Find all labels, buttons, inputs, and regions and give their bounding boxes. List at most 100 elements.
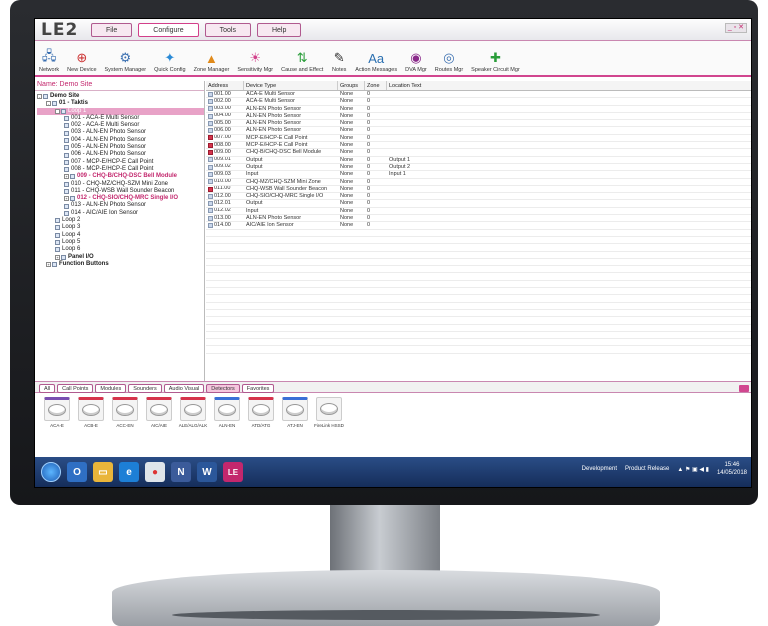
tree-item[interactable]: + Panel I/O	[37, 254, 204, 261]
palette-tab[interactable]: Audio Visual	[163, 384, 205, 393]
palette-tab[interactable]: Call Points	[57, 384, 94, 393]
palette-device[interactable]: ACA-E	[43, 397, 71, 428]
tree-item[interactable]: - Demo Site	[37, 93, 204, 100]
tree-item[interactable]: + Function Buttons	[37, 261, 204, 268]
col-device-type[interactable]: Device Type	[244, 81, 338, 90]
table-row[interactable]: 012.02 Input None 0	[206, 208, 751, 216]
window-controls[interactable]: _ ▫ ✕	[725, 23, 747, 33]
table-row[interactable]: 012.01 Output None 0	[206, 200, 751, 208]
toolbar-new-device-button[interactable]: ⊕ New Device	[67, 49, 96, 73]
clock[interactable]: 15:46 14/05/2018	[717, 461, 747, 477]
expand-toggle-icon[interactable]: +	[64, 196, 69, 202]
tree-item[interactable]: +012 - CHQ-SIO/CHQ-MRC Single I/O	[37, 195, 204, 202]
table-row[interactable]: 011.00 CHQ-WSB Wall Sounder Beacon None 0	[206, 186, 751, 194]
palette-device[interactable]: ATD/ATG	[247, 397, 275, 428]
toolbar-network-button[interactable]: 🖧 Network	[39, 48, 59, 73]
toolbar-speaker-circuit-mgr-button[interactable]: ✚ Speaker Circuit Mgr	[471, 49, 520, 73]
toolbar-zone-manager-button[interactable]: ▲ Zone Manager	[194, 49, 230, 74]
tray-development[interactable]: Development	[582, 466, 617, 472]
palette-tab[interactable]: Modules	[95, 384, 127, 393]
tree-item[interactable]: +009 - CHQ-B/CHQ-DSC Bell Module	[37, 173, 204, 180]
col-groups[interactable]: Groups	[338, 81, 365, 90]
tree-item[interactable]: 006 - ALN-EN Photo Sensor	[37, 151, 204, 158]
app-taskbar-icon[interactable]: N	[171, 462, 191, 482]
toolbar-system-manager-button[interactable]: ⚙ System Manager	[105, 49, 147, 73]
toolbar-cause-and-effect-button[interactable]: ⇅ Cause and Effect	[281, 49, 323, 73]
table-row[interactable]: 009.02 Output None 0 Output 2	[206, 164, 751, 172]
table-row[interactable]: 003.00 ALN-EN Photo Sensor None 0	[206, 106, 751, 113]
tree-item[interactable]: 004 - ALN-EN Photo Sensor	[37, 137, 204, 144]
palette-close-button[interactable]	[739, 385, 749, 392]
table-row[interactable]: 013.00 ALN-EN Photo Sensor None 0	[206, 215, 751, 223]
table-row[interactable]: 007.00 MCP-E/HCP-E Call Point None 0	[206, 135, 751, 143]
palette-tab[interactable]: All	[39, 384, 56, 393]
explorer-taskbar-icon[interactable]: ▭	[93, 462, 113, 482]
tree-item[interactable]: - 01 - Taktis	[37, 100, 204, 107]
table-row[interactable]: 009.01 Output None 0 Output 1	[206, 157, 751, 164]
tree-item[interactable]: - Loop 1	[37, 107, 204, 115]
toolbar-quick-config-button[interactable]: ✦ Quick Config	[154, 49, 186, 73]
palette-device[interactable]: ACC-EN	[111, 397, 139, 428]
table-row[interactable]: 005.00 ALN-EN Photo Sensor None 0	[206, 120, 751, 128]
palette-tab[interactable]: Favorites	[241, 384, 275, 393]
expand-toggle-icon[interactable]: +	[64, 174, 69, 180]
tree-item[interactable]: 014 - AIC/AIE Ion Sensor	[37, 210, 204, 217]
col-location-text[interactable]: Location Text	[387, 81, 751, 90]
table-row[interactable]: 014.00 AIC/AIE Ion Sensor None 0	[206, 222, 751, 230]
tree-item[interactable]: Loop 5	[37, 239, 204, 246]
expand-toggle-icon[interactable]: -	[46, 101, 51, 107]
tree-item[interactable]: Loop 3	[37, 224, 204, 231]
table-row[interactable]: 012.00 CHQ-SIO/CHQ-MRC Single I/O None 0	[206, 193, 751, 201]
le2-taskbar-icon[interactable]: LE	[223, 462, 243, 482]
tree-item[interactable]: Loop 2	[37, 217, 204, 224]
col-address[interactable]: Address	[206, 81, 244, 90]
palette-tab[interactable]: Detectors	[206, 384, 240, 393]
menu-configure[interactable]: Configure	[138, 23, 199, 37]
expand-toggle-icon[interactable]: -	[55, 108, 60, 114]
outlook-taskbar-icon[interactable]: O	[67, 462, 87, 482]
table-row[interactable]: 004.00 ALN-EN Photo Sensor None 0	[206, 113, 751, 121]
col-zone[interactable]: Zone	[365, 81, 387, 90]
tree-item[interactable]: 013 - ALN-EN Photo Sensor	[37, 202, 204, 209]
palette-tab[interactable]: Sounders	[128, 384, 162, 393]
tree-item[interactable]: 010 - CHQ-MZ/CHQ-SZM Mini Zone	[37, 181, 204, 188]
palette-device[interactable]: ACB-E	[77, 397, 105, 428]
palette-device[interactable]: ALE/ALG/ALK	[179, 397, 207, 428]
toolbar-sensitivity-mgr-button[interactable]: ☀ Sensitivity Mgr	[237, 49, 273, 73]
table-row[interactable]: 006.00 ALN-EN Photo Sensor None 0	[206, 127, 751, 135]
palette-device[interactable]: ATJ-EN	[281, 397, 309, 428]
word-taskbar-icon[interactable]: W	[197, 462, 217, 482]
toolbar-notes-button[interactable]: ✎ Notes	[331, 49, 347, 73]
expand-toggle-icon[interactable]: -	[37, 94, 42, 100]
tree-item[interactable]: 008 - MCP-E/HCP-E Call Point	[37, 166, 204, 173]
menu-tools[interactable]: Tools	[204, 23, 251, 37]
start-button[interactable]	[41, 462, 61, 482]
chrome-taskbar-icon[interactable]: ●	[145, 462, 165, 482]
tray-product-release[interactable]: Product Release	[625, 466, 669, 472]
tree-item[interactable]: 005 - ALN-EN Photo Sensor	[37, 144, 204, 151]
table-row[interactable]: 008.00 MCP-E/HCP-E Call Point None 0	[206, 142, 751, 150]
palette-device[interactable]: FireLink HSSD	[314, 397, 344, 428]
toolbar-routes-mgr-button[interactable]: ◎ Routes Mgr	[435, 49, 463, 73]
toolbar-action-messages-button[interactable]: Aa Action Messages	[355, 49, 397, 74]
menu-help[interactable]: Help	[256, 23, 302, 37]
tree-item[interactable]: 003 - ALN-EN Photo Sensor	[37, 129, 204, 136]
expand-toggle-icon[interactable]: +	[55, 254, 60, 260]
tree-item[interactable]: 007 - MCP-E/HCP-E Call Point	[37, 159, 204, 166]
toolbar-dva-mgr-button[interactable]: ◉ DVA Mgr	[405, 49, 427, 73]
tree-item[interactable]: 011 - CHQ-WSB Wall Sounder Beacon	[37, 188, 204, 195]
palette-device[interactable]: AIC/AIE	[145, 397, 173, 428]
table-row[interactable]: 001.00 ACA-E Multi Sensor None 0	[206, 91, 751, 99]
tray-icons[interactable]: ▲ ⚑ ▣ ◀ ▮	[677, 466, 709, 473]
tree-item[interactable]: Loop 6	[37, 246, 204, 253]
tree-item[interactable]: 002 - ACA-E Multi Sensor	[37, 122, 204, 129]
table-row[interactable]: 002.00 ACA-E Multi Sensor None 0	[206, 98, 751, 106]
palette-device[interactable]: ALN-EN	[213, 397, 241, 428]
table-row[interactable]: 009.03 Input None 0 Input 1	[206, 171, 751, 179]
table-row[interactable]: 010.00 CHQ-MZ/CHQ-SZM Mini Zone None 0	[206, 179, 751, 186]
tree-item[interactable]: Loop 4	[37, 232, 204, 239]
ie-taskbar-icon[interactable]: e	[119, 462, 139, 482]
menu-file[interactable]: File	[91, 23, 133, 37]
expand-toggle-icon[interactable]: +	[46, 261, 51, 267]
tree-item[interactable]: 001 - ACA-E Multi Sensor	[37, 115, 204, 122]
